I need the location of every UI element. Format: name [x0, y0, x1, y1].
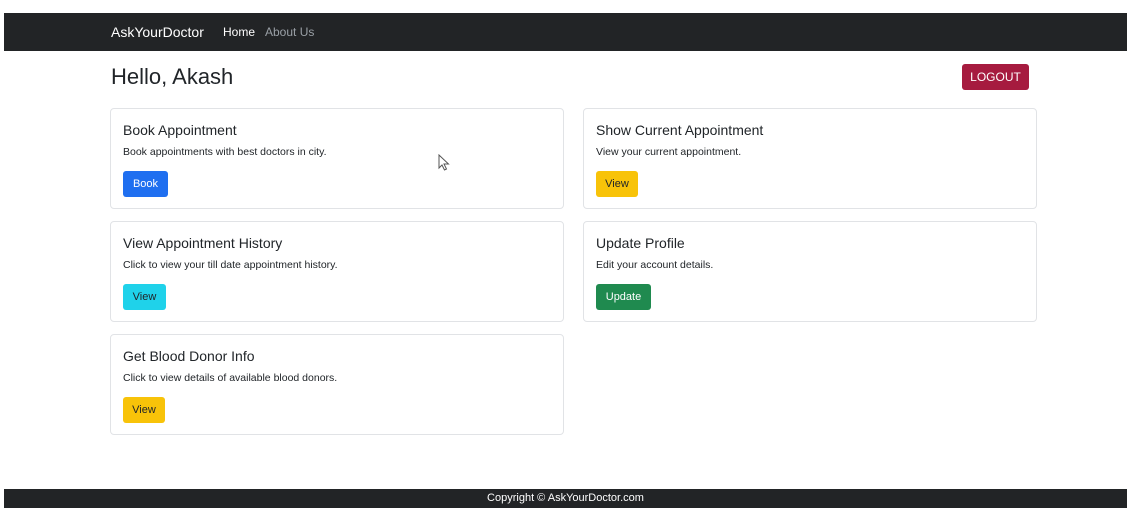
page-greeting: Hello, Akash — [111, 64, 234, 89]
book-button[interactable]: Book — [123, 171, 168, 197]
card-text: Click to view details of available blood… — [123, 372, 338, 384]
view-current-appointment-button[interactable]: View — [596, 171, 638, 197]
blood-donor-card: Get Blood Donor Info Click to view detai… — [110, 334, 564, 435]
current-appointment-card: Show Current Appointment View your curre… — [583, 108, 1037, 209]
card-title: Book Appointment — [123, 122, 237, 138]
card-text: Edit your account details. — [596, 259, 714, 271]
page: AskYourDoctor Home About Us Hello, Akash… — [0, 0, 1131, 508]
mouse-pointer-icon — [438, 154, 450, 171]
card-title: Show Current Appointment — [596, 122, 764, 138]
nav-home-link[interactable]: Home — [223, 24, 255, 40]
update-profile-card: Update Profile Edit your account details… — [583, 221, 1037, 322]
card-text: Book appointments with best doctors in c… — [123, 146, 327, 158]
brand-logo[interactable]: AskYourDoctor — [111, 23, 204, 41]
card-text: View your current appointment. — [596, 146, 742, 158]
page-footer: Copyright © AskYourDoctor.com — [4, 489, 1127, 508]
card-title: View Appointment History — [123, 235, 283, 251]
nav-about-link[interactable]: About Us — [265, 24, 314, 40]
view-history-button[interactable]: View — [123, 284, 166, 310]
top-navbar: AskYourDoctor Home About Us — [4, 13, 1127, 51]
view-blood-donor-button[interactable]: View — [123, 397, 165, 423]
appointment-history-card: View Appointment History Click to view y… — [110, 221, 564, 322]
book-appointment-card: Book Appointment Book appointments with … — [110, 108, 564, 209]
card-text: Click to view your till date appointment… — [123, 259, 338, 271]
card-title: Get Blood Donor Info — [123, 348, 255, 364]
logout-button[interactable]: LOGOUT — [962, 64, 1029, 90]
update-profile-button[interactable]: Update — [596, 284, 651, 310]
card-title: Update Profile — [596, 235, 685, 251]
